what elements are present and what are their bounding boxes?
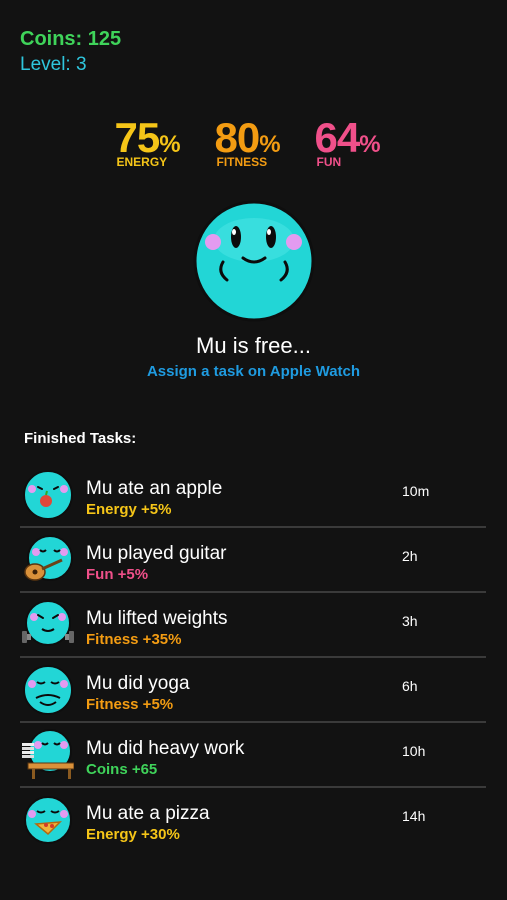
- task-time: 6h: [402, 678, 418, 694]
- task-time: 14h: [402, 808, 426, 824]
- stat-fitness: 80% FITNESS: [214, 114, 293, 170]
- list-item[interactable]: Mu ate a pizza Energy +30% 14h: [20, 788, 486, 853]
- task-title: Mu did heavy work: [86, 738, 245, 759]
- task-time: 3h: [402, 613, 418, 629]
- level-indicator: Level: 3: [20, 54, 121, 76]
- yoga-icon: [23, 665, 73, 715]
- finished-tasks-list: Mu ate an apple Energy +5% 10m Mu played…: [20, 463, 486, 853]
- stats-bar: 75% ENERGY 80% FITNESS 64% FUN: [0, 114, 507, 170]
- task-title: Mu lifted weights: [86, 608, 228, 629]
- task-title: Mu did yoga: [86, 673, 190, 694]
- task-title: Mu played guitar: [86, 543, 227, 564]
- level-value: 3: [75, 54, 87, 75]
- list-item[interactable]: Mu did heavy work Coins +65 10h: [20, 723, 486, 788]
- stat-value: 64: [314, 114, 361, 161]
- task-effect: Energy +30%: [86, 826, 180, 843]
- stat-value: 75: [114, 114, 161, 161]
- task-time: 10h: [402, 743, 426, 759]
- guitar-icon: [24, 535, 73, 581]
- task-effect: Coins +65: [86, 761, 158, 778]
- pet-mu-avatar[interactable]: [193, 200, 315, 322]
- stat-value: 80: [214, 114, 261, 161]
- section-title: Finished Tasks:: [24, 430, 137, 447]
- stat-fun: 64% FUN: [314, 114, 393, 170]
- coins-counter: Coins: 125: [20, 28, 121, 51]
- apple-eating-icon: [23, 470, 73, 520]
- assign-task-hint[interactable]: Assign a task on Apple Watch: [0, 363, 507, 380]
- desk-work-icon: [22, 729, 74, 779]
- stat-label: FITNESS: [216, 155, 268, 169]
- list-item[interactable]: Mu did yoga Fitness +5% 6h: [20, 658, 486, 723]
- weights-icon: [22, 600, 74, 646]
- stat-unit: %: [159, 131, 181, 158]
- task-effect: Fitness +5%: [86, 696, 174, 713]
- task-title: Mu ate an apple: [86, 478, 223, 499]
- hud: Coins: 125 Level: 3: [20, 28, 121, 76]
- stat-label: ENERGY: [116, 155, 168, 169]
- task-effect: Energy +5%: [86, 501, 172, 518]
- stat-energy: 75% ENERGY: [114, 114, 193, 170]
- task-time: 10m: [402, 483, 430, 499]
- task-title: Mu ate a pizza: [86, 803, 210, 824]
- list-item[interactable]: Mu played guitar Fun +5% 2h: [20, 528, 486, 593]
- task-time: 2h: [402, 548, 418, 564]
- task-effect: Fitness +35%: [86, 631, 182, 648]
- stat-unit: %: [359, 131, 381, 158]
- list-item[interactable]: Mu lifted weights Fitness +35% 3h: [20, 593, 486, 658]
- pizza-icon: [24, 796, 72, 844]
- level-label: Level:: [20, 54, 71, 75]
- task-effect: Fun +5%: [86, 566, 149, 583]
- list-item[interactable]: Mu ate an apple Energy +5% 10m: [20, 463, 486, 528]
- coins-label: Coins:: [20, 28, 83, 50]
- pet-status: Mu is free...: [196, 333, 311, 358]
- coins-value: 125: [87, 28, 122, 50]
- stat-unit: %: [259, 131, 281, 158]
